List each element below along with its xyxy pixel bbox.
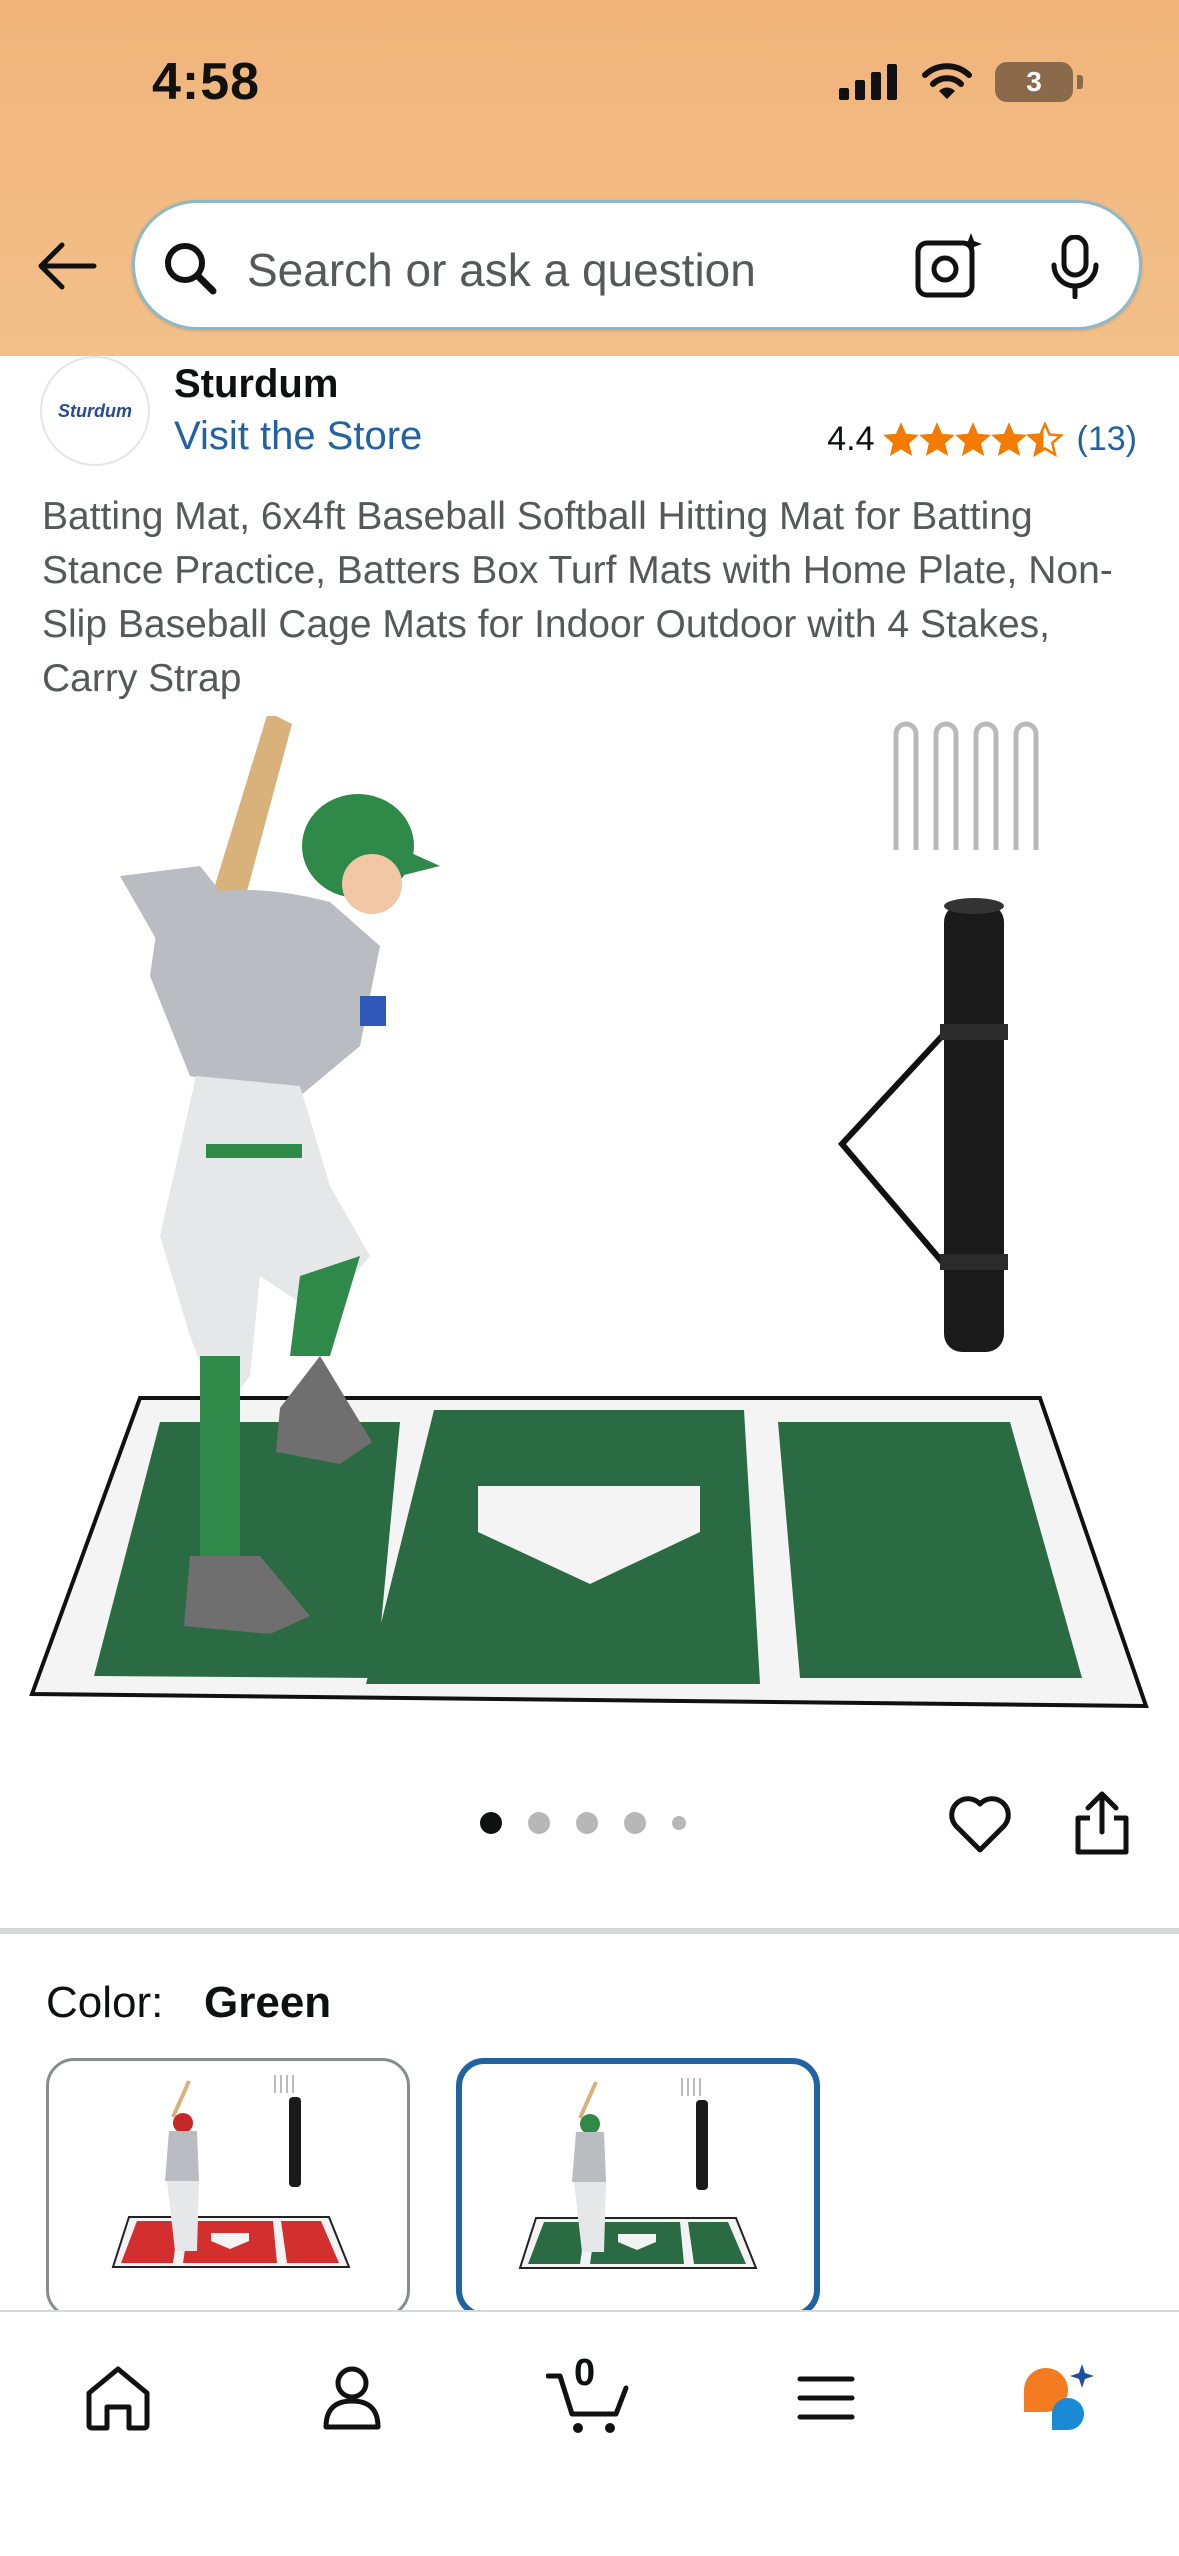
- color-swatch-red[interactable]: [46, 2058, 410, 2318]
- nav-menu[interactable]: [776, 2348, 876, 2448]
- rufus-icon: [1024, 2364, 1094, 2430]
- arrow-left-icon: [38, 242, 97, 290]
- brand-name[interactable]: Sturdum: [174, 362, 338, 407]
- rating-summary[interactable]: 4.4 (13): [827, 420, 1137, 459]
- nav-cart[interactable]: 0: [538, 2348, 638, 2448]
- back-button[interactable]: [34, 236, 100, 296]
- bottom-nav: 0: [0, 2310, 1179, 2556]
- carousel-dot-3[interactable]: [576, 1812, 598, 1834]
- section-divider: [0, 1928, 1179, 1934]
- color-swatch-green[interactable]: [456, 2058, 820, 2318]
- camera-lens-icon[interactable]: [913, 231, 983, 301]
- nav-rufus[interactable]: [1008, 2348, 1108, 2448]
- red-variant-thumbnail: [111, 2075, 351, 2268]
- wifi-icon: [922, 63, 972, 99]
- visit-store-link[interactable]: Visit the Store: [174, 414, 422, 459]
- person-icon: [323, 2366, 381, 2430]
- batting-mat-image: [29, 1396, 1149, 1709]
- microphone-icon[interactable]: [1047, 235, 1103, 299]
- carousel-dot-4[interactable]: [624, 1812, 646, 1834]
- status-icons: 3: [839, 62, 1083, 102]
- share-icon[interactable]: [1070, 1790, 1134, 1858]
- carry-bag-image: [837, 898, 1008, 1352]
- green-variant-thumbnail: [518, 2078, 758, 2269]
- cart-count: 0: [574, 2352, 596, 2394]
- carousel-dot-1[interactable]: [480, 1812, 502, 1834]
- home-icon: [86, 2366, 150, 2431]
- battery-cap: [1077, 75, 1083, 89]
- product-title: Batting Mat, 6x4ft Baseball Softball Hit…: [42, 495, 1113, 700]
- header: 4:58 3 Search or ask a question: [0, 0, 1179, 356]
- carousel-dot-5[interactable]: [672, 1816, 686, 1830]
- heart-icon[interactable]: [946, 1790, 1014, 1858]
- product-image[interactable]: [0, 716, 1179, 1756]
- carousel-dot-2[interactable]: [528, 1812, 550, 1834]
- brand-logo[interactable]: Sturdum: [40, 356, 150, 466]
- rating-value: 4.4: [827, 420, 875, 458]
- search-bar[interactable]: Search or ask a question: [132, 200, 1142, 330]
- status-time: 4:58: [152, 53, 261, 111]
- search-icon: [165, 243, 217, 295]
- color-label: Color:: [46, 1978, 164, 2027]
- nav-account[interactable]: [302, 2348, 402, 2448]
- brand-logo-text: Sturdum: [58, 400, 132, 421]
- rating-count[interactable]: (13): [1077, 420, 1137, 459]
- stakes-image: [893, 721, 1039, 850]
- cellular-signal-icon: [839, 64, 897, 100]
- battery-icon: 3: [995, 62, 1073, 102]
- battery-level: 3: [1026, 66, 1042, 97]
- nav-home[interactable]: [68, 2348, 168, 2448]
- search-input[interactable]: Search or ask a question: [247, 243, 756, 297]
- star-rating-icon: [883, 422, 1063, 458]
- hamburger-icon: [797, 2376, 855, 2420]
- carousel-dots[interactable]: [480, 1812, 686, 1834]
- selected-color: Green: [204, 1978, 332, 2027]
